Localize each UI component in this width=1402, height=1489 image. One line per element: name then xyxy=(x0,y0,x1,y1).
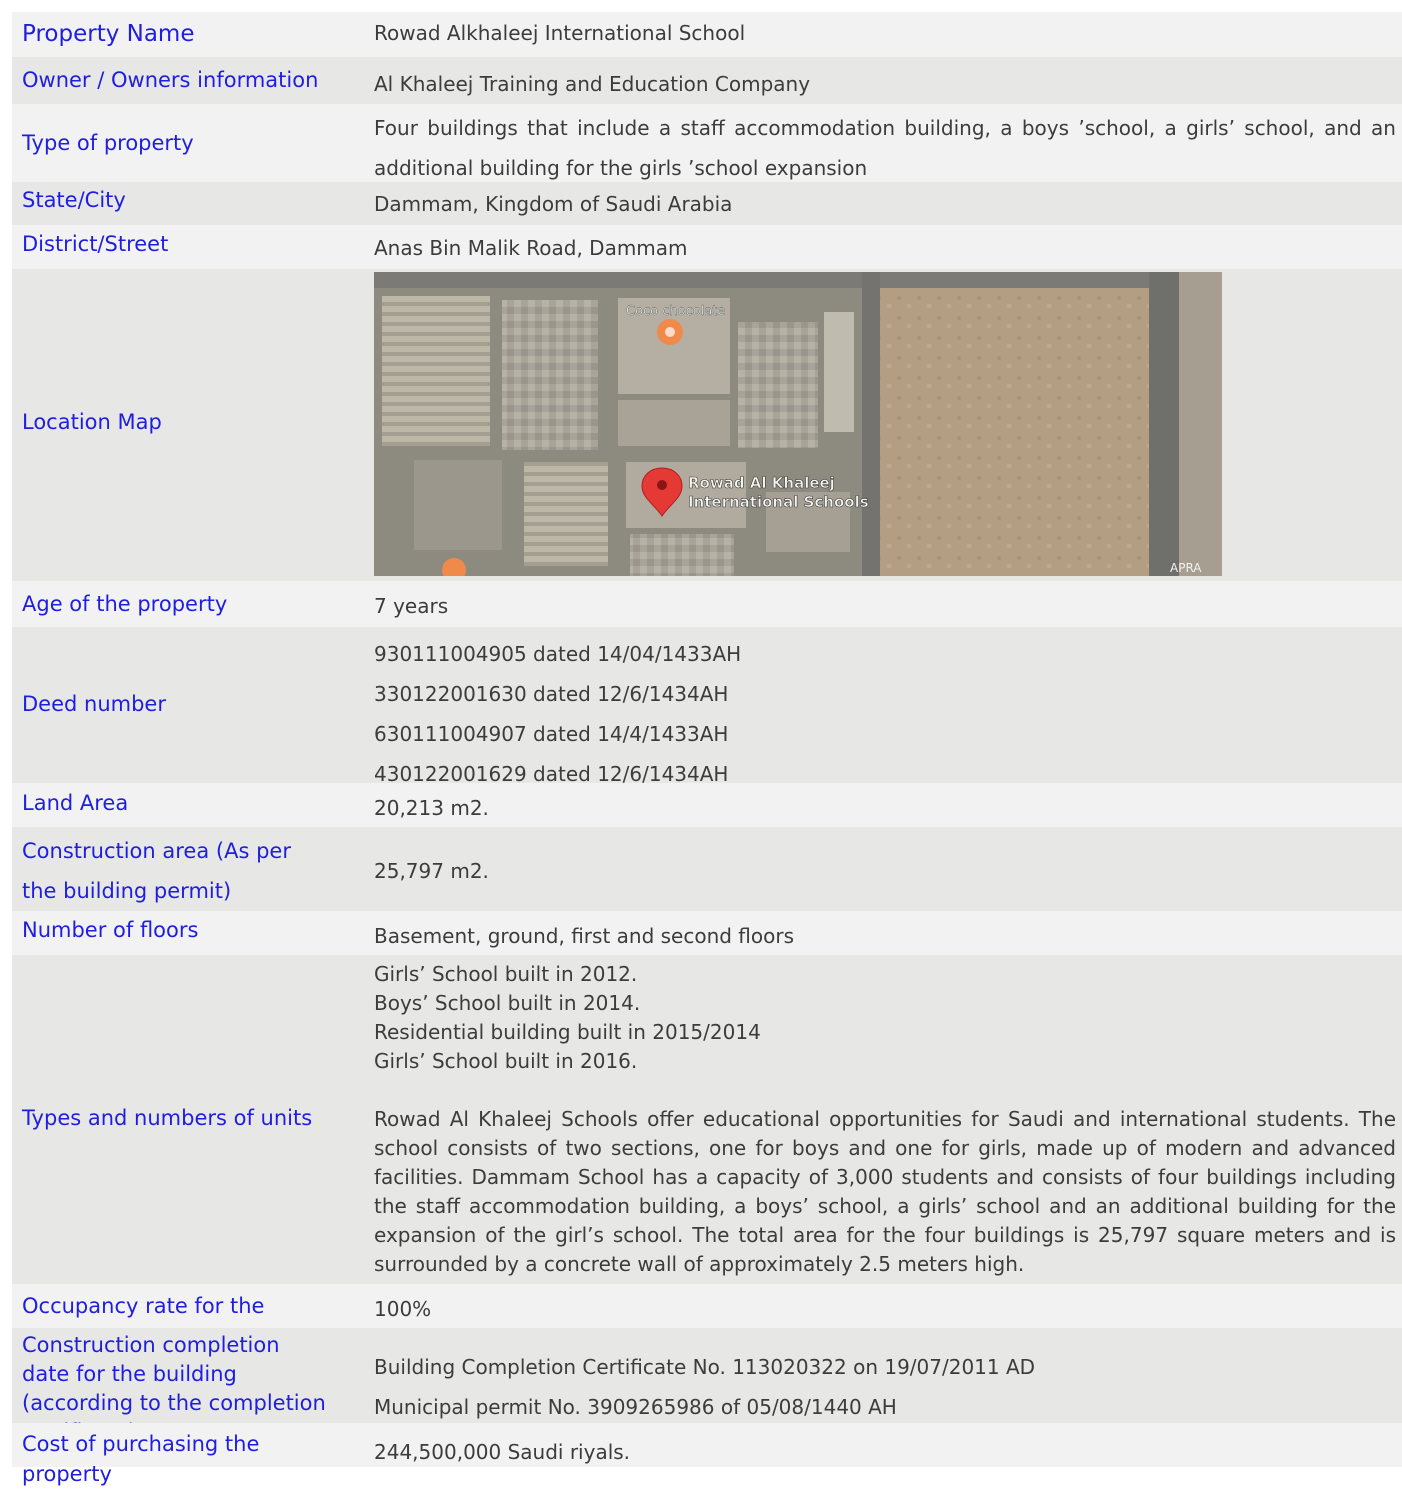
row-location-map: Location Map Coco chocolate Rowad Al Kha… xyxy=(12,269,1402,581)
row-cost: Cost of purchasing the property 244,500,… xyxy=(12,1423,1402,1486)
pin-label-line1: Rowad Al Khaleej xyxy=(688,474,835,492)
row-owner: Owner / Owners information Al Khaleej Tr… xyxy=(12,57,1402,104)
label-type: Type of property xyxy=(22,131,194,155)
deed-number-item: 630111004907 dated 14/4/1433AH xyxy=(374,722,729,746)
value-construction-area: 25,797 m2. xyxy=(374,859,489,883)
unit-item: Boys’ School built in 2014. xyxy=(374,991,641,1015)
satellite-map: Coco chocolate Rowad Al Khaleej Internat… xyxy=(374,272,1222,576)
label-state-city: State/City xyxy=(22,188,126,212)
label-deed-number: Deed number xyxy=(22,692,166,716)
value-owner: Al Khaleej Training and Education Compan… xyxy=(374,72,811,96)
value-floors: Basement, ground, first and second floor… xyxy=(374,924,795,948)
label-units: Types and numbers of units xyxy=(22,1106,313,1130)
value-occupancy: 100% xyxy=(374,1297,432,1321)
location-map-image: Coco chocolate Rowad Al Khaleej Internat… xyxy=(374,272,1222,576)
corner-label: APRA xyxy=(1170,561,1202,575)
label-location-map: Location Map xyxy=(22,410,162,434)
row-completion-date: Construction completion date for the bui… xyxy=(12,1328,1402,1444)
value-land-area: 20,213 m2. xyxy=(374,796,489,820)
deed-number-item: 930111004905 dated 14/04/1433AH xyxy=(374,642,742,666)
row-state-city: State/City Dammam, Kingdom of Saudi Arab… xyxy=(12,182,1402,225)
row-units: Types and numbers of units Girls’ School… xyxy=(12,955,1402,1284)
value-cost: 244,500,000 Saudi riyals. xyxy=(374,1440,631,1464)
deed-number-list: 930111004905 dated 14/04/1433AH 33012200… xyxy=(374,634,1396,794)
label-floors: Number of floors xyxy=(22,918,199,942)
row-type: Type of property Four buildings that inc… xyxy=(12,104,1402,182)
label-land-area: Land Area xyxy=(22,791,129,815)
value-type: Four buildings that include a staff acco… xyxy=(374,116,1396,180)
label-cost: Cost of purchasing the property xyxy=(22,1432,260,1486)
row-age: Age of the property 7 years xyxy=(12,581,1402,627)
completion-details: Building Completion Certificate No. 1130… xyxy=(374,1347,1396,1427)
label-property-name: Property Name xyxy=(22,21,195,47)
row-occupancy: Occupancy rate for the property 100% xyxy=(12,1284,1402,1348)
unit-item: Residential building built in 2015/2014 xyxy=(374,1020,761,1044)
value-district: Anas Bin Malik Road, Dammam xyxy=(374,236,688,260)
completion-item: Municipal permit No. 3909265986 of 05/08… xyxy=(374,1395,897,1419)
units-details: Girls’ School built in 2012. Boys’ Schoo… xyxy=(374,960,1396,1279)
value-state-city: Dammam, Kingdom of Saudi Arabia xyxy=(374,192,733,216)
pin-label-line2: International Schools xyxy=(688,493,869,511)
row-floors: Number of floors Basement, ground, first… xyxy=(12,911,1402,955)
row-district: District/Street Anas Bin Malik Road, Dam… xyxy=(12,225,1402,269)
label-owner: Owner / Owners information xyxy=(22,68,319,92)
row-deed-number: Deed number 930111004905 dated 14/04/143… xyxy=(12,627,1402,786)
value-age: 7 years xyxy=(374,594,449,618)
label-age: Age of the property xyxy=(22,592,228,616)
row-land-area: Land Area 20,213 m2. xyxy=(12,783,1402,827)
value-property-name: Rowad Alkhaleej International School xyxy=(374,21,746,45)
label-construction-area: Construction area (As per the building p… xyxy=(22,839,305,903)
deed-number-item: 330122001630 dated 12/6/1434AH xyxy=(374,682,729,706)
completion-item: Building Completion Certificate No. 1130… xyxy=(374,1355,1036,1379)
units-description: Rowad Al Khaleej Schools offer education… xyxy=(374,1107,1396,1276)
poi-label: Coco chocolate xyxy=(626,304,725,319)
row-property-name: Property Name Rowad Alkhaleej Internatio… xyxy=(12,12,1402,57)
row-construction-area: Construction area (As per the building p… xyxy=(12,827,1402,911)
unit-item: Girls’ School built in 2012. xyxy=(374,962,638,986)
label-district: District/Street xyxy=(22,232,169,256)
unit-item: Girls’ School built in 2016. xyxy=(374,1049,638,1073)
